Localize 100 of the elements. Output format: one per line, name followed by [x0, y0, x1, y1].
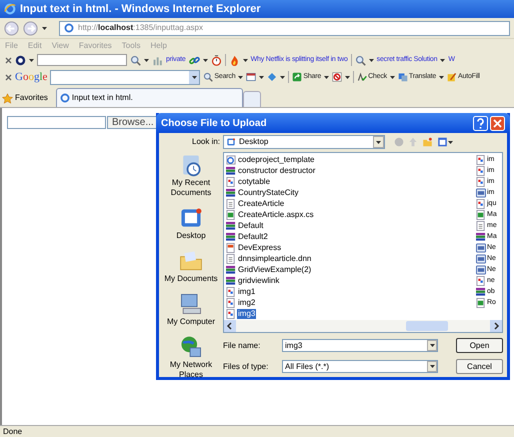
file-list-item[interactable]: CreateArticle.aspx.cs	[237, 210, 315, 220]
caret-icon[interactable]	[324, 76, 330, 78]
caret-icon[interactable]	[42, 26, 47, 30]
dialog-title: Choose File to Upload	[161, 116, 267, 130]
file-list-item[interactable]: codeproject_template	[237, 154, 316, 164]
blocked-icon[interactable]	[332, 72, 342, 82]
file-list-item[interactable]: img3	[237, 308, 256, 318]
places-label[interactable]: My Computer	[161, 317, 221, 327]
archive-icon	[226, 166, 236, 176]
file-input-field[interactable]	[7, 116, 106, 129]
pencil-icon[interactable]	[447, 72, 458, 82]
view-menu-icon[interactable]	[437, 137, 448, 147]
places-label[interactable]: My Documents	[161, 274, 221, 284]
file-list-item[interactable]: GridViewExample(2)	[237, 264, 312, 274]
share-icon[interactable]	[292, 72, 302, 82]
scroll-left-icon[interactable]	[224, 320, 236, 332]
caret-icon[interactable]	[390, 76, 395, 78]
file-list-item[interactable]: img1	[237, 286, 256, 296]
scroll-thumb[interactable]	[406, 321, 448, 331]
image-file-icon	[226, 286, 236, 296]
browse-button[interactable]: Browse...	[107, 116, 159, 129]
caret-icon[interactable]	[259, 76, 264, 78]
caret-icon[interactable]	[368, 58, 374, 62]
code-file-icon	[226, 210, 236, 220]
file-type-dropdown[interactable]: All Files (*.*)	[282, 360, 438, 373]
help-button[interactable]	[473, 116, 488, 130]
code-file-icon	[476, 210, 486, 220]
chain-icon[interactable]	[188, 54, 200, 66]
file-list-item[interactable]: CountryStateCity	[237, 188, 300, 198]
page-icon	[60, 93, 70, 103]
file-list-item[interactable]: DevExpress	[237, 242, 282, 252]
caret-icon[interactable]	[430, 365, 434, 368]
caret-icon[interactable]	[238, 76, 244, 78]
code-file-icon	[476, 298, 486, 308]
look-in-dropdown[interactable]: Desktop	[223, 135, 386, 149]
search-icon[interactable]	[203, 72, 214, 82]
file-list-item[interactable]: gridviewlink	[237, 276, 280, 286]
image-file-icon	[476, 198, 486, 208]
close-button[interactable]	[490, 116, 505, 130]
caret-icon[interactable]	[144, 58, 149, 62]
horizontal-scrollbar[interactable]	[224, 320, 502, 332]
browser-icon	[4, 3, 16, 15]
caret-icon[interactable]	[202, 58, 208, 62]
places-label[interactable]: My Network Places	[161, 360, 221, 380]
caret-icon[interactable]	[192, 76, 197, 78]
caret-icon[interactable]	[345, 76, 350, 78]
caret-icon[interactable]	[440, 58, 446, 62]
new-folder-icon[interactable]	[422, 137, 434, 147]
file-name-field[interactable]: img3	[282, 339, 438, 352]
address-field[interactable]: http://localhost:1385/inputtag.aspx	[59, 20, 510, 36]
file-list-item[interactable]: Default2	[237, 232, 269, 242]
caret-icon[interactable]	[376, 140, 382, 144]
caret-icon[interactable]	[430, 344, 434, 347]
search-logo: Google	[15, 70, 48, 85]
places-label[interactable]: My Recent Documents	[161, 178, 221, 198]
url-text: http://localhost:1385/inputtag.aspx	[78, 22, 203, 34]
file-list-item[interactable]: dnnsimplearticle.dnn	[237, 254, 312, 264]
stopwatch-icon[interactable]	[210, 54, 222, 66]
places-label[interactable]: Desktop	[161, 231, 221, 241]
star-icon	[2, 92, 13, 104]
favorites-button[interactable]: Favorites	[2, 89, 48, 107]
image-file-icon	[226, 308, 236, 318]
desktop-icon	[226, 137, 236, 147]
caret-icon[interactable]	[242, 58, 248, 62]
browser-tab[interactable]: Input text in html.	[56, 88, 243, 107]
scroll-right-icon[interactable]	[490, 320, 502, 332]
image-file-icon	[226, 176, 236, 186]
app-icon	[226, 242, 236, 252]
round-icon[interactable]	[15, 54, 26, 66]
check-icon[interactable]	[357, 72, 368, 82]
image-file-icon	[476, 276, 486, 286]
file-icon	[476, 220, 486, 230]
file-list-item[interactable]: img2	[237, 298, 256, 308]
file-list-item[interactable]: constructor destructor	[237, 166, 316, 176]
window-icon[interactable]	[246, 72, 256, 82]
open-button[interactable]: Open	[456, 338, 503, 353]
image-file-icon	[476, 166, 486, 176]
cancel-button[interactable]: Cancel	[456, 359, 503, 374]
close-icon[interactable]	[5, 74, 12, 80]
close-icon[interactable]	[5, 56, 12, 64]
search-icon[interactable]	[130, 54, 141, 66]
computer-icon[interactable]	[178, 291, 204, 317]
back-button[interactable]	[4, 20, 19, 36]
caret-icon[interactable]	[29, 58, 34, 62]
caret-icon[interactable]	[280, 76, 286, 78]
field-label: File name:	[223, 340, 262, 352]
search-field[interactable]	[37, 54, 127, 66]
image-file-icon	[226, 298, 236, 308]
archive-icon	[476, 286, 486, 296]
file-list-item[interactable]: Default	[237, 220, 264, 230]
file-list-item[interactable]: CreateArticle	[237, 198, 286, 208]
look-in-label: Look in:	[192, 136, 220, 148]
web-page-icon	[226, 154, 236, 164]
caret-icon[interactable]	[448, 140, 454, 144]
search-icon[interactable]	[354, 54, 366, 66]
caret-icon[interactable]	[439, 76, 444, 78]
field-label: Files of type:	[223, 360, 270, 372]
image-file-icon	[476, 154, 486, 164]
image-file-icon	[476, 176, 486, 186]
file-list-item[interactable]: cotytable	[237, 176, 272, 186]
